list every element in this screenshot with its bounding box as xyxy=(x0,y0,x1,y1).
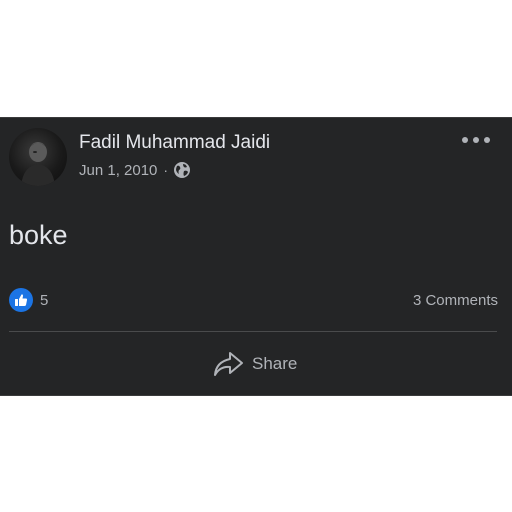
more-dot-icon xyxy=(484,137,490,143)
thumbs-up-icon xyxy=(9,288,33,312)
author-avatar[interactable] xyxy=(9,128,67,186)
post-date[interactable]: Jun 1, 2010 xyxy=(79,162,157,179)
share-button[interactable]: Share xyxy=(212,350,297,378)
comments-count-link[interactable]: 3 Comments xyxy=(413,292,498,309)
divider xyxy=(9,331,497,332)
meta-separator: · xyxy=(163,162,169,178)
share-icon xyxy=(212,350,244,378)
post-card: Fadil Muhammad Jaidi Jun 1, 2010 · boke … xyxy=(0,117,512,396)
post-body: boke xyxy=(9,220,68,250)
more-dot-icon xyxy=(462,137,468,143)
globe-icon xyxy=(173,161,191,179)
post-meta: Jun 1, 2010 · xyxy=(79,161,191,179)
more-dot-icon xyxy=(473,137,479,143)
share-label: Share xyxy=(252,354,298,373)
author-name[interactable]: Fadil Muhammad Jaidi xyxy=(79,132,270,154)
reactions-summary[interactable]: 5 xyxy=(9,288,48,312)
reaction-count: 5 xyxy=(40,291,49,309)
more-options-button[interactable] xyxy=(462,132,490,148)
